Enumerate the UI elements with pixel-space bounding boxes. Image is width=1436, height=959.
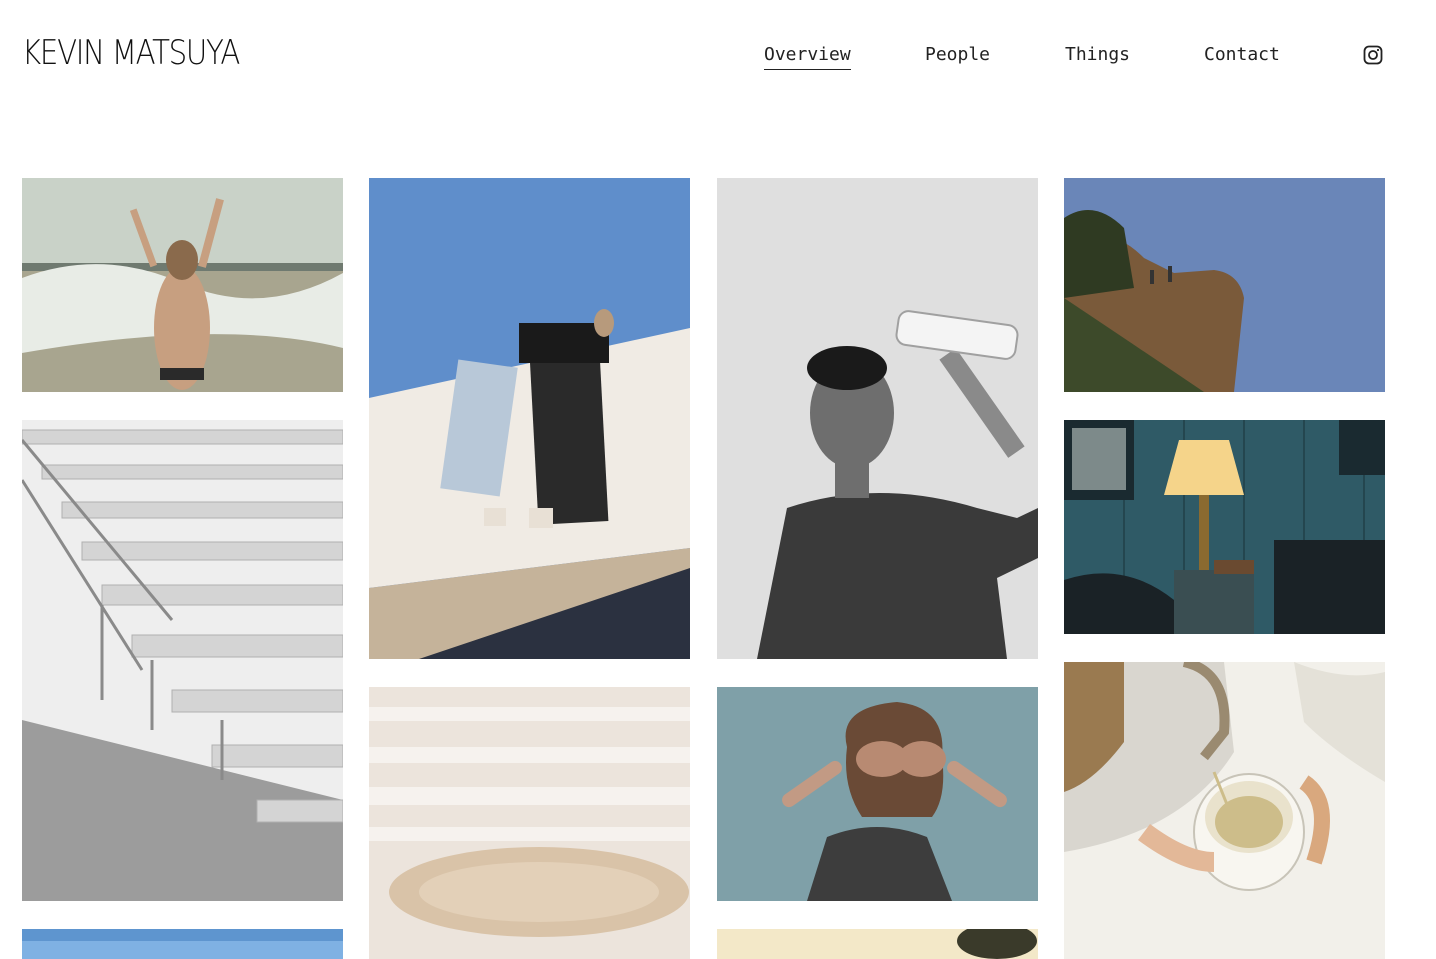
water-bottle-portrait-photo[interactable] <box>717 178 1038 659</box>
cliff-photo[interactable] <box>1064 178 1385 392</box>
white-terraces-photo[interactable] <box>369 687 690 959</box>
wall-climbers-photo[interactable] <box>369 178 690 659</box>
site-header: KEVIN MATSUYA Overview People Things Con… <box>0 0 1436 120</box>
site-title[interactable]: KEVIN MATSUYA <box>22 33 240 73</box>
instagram-icon[interactable] <box>1363 45 1383 65</box>
kettle-tea-photo[interactable] <box>1064 662 1385 959</box>
nav-contact-link[interactable]: Contact <box>1204 44 1280 69</box>
hands-over-eyes-photo[interactable] <box>717 687 1038 901</box>
bedside-lamp-photo[interactable] <box>1064 420 1385 634</box>
beach-splash-photo[interactable] <box>22 178 343 392</box>
nav-overview-link[interactable]: Overview <box>764 44 851 70</box>
bleachers-photo[interactable] <box>22 420 343 901</box>
sky-photo[interactable] <box>22 929 343 959</box>
nav-people-link[interactable]: People <box>925 44 990 69</box>
nav-things-link[interactable]: Things <box>1065 44 1130 69</box>
yellow-photo[interactable] <box>717 929 1038 959</box>
